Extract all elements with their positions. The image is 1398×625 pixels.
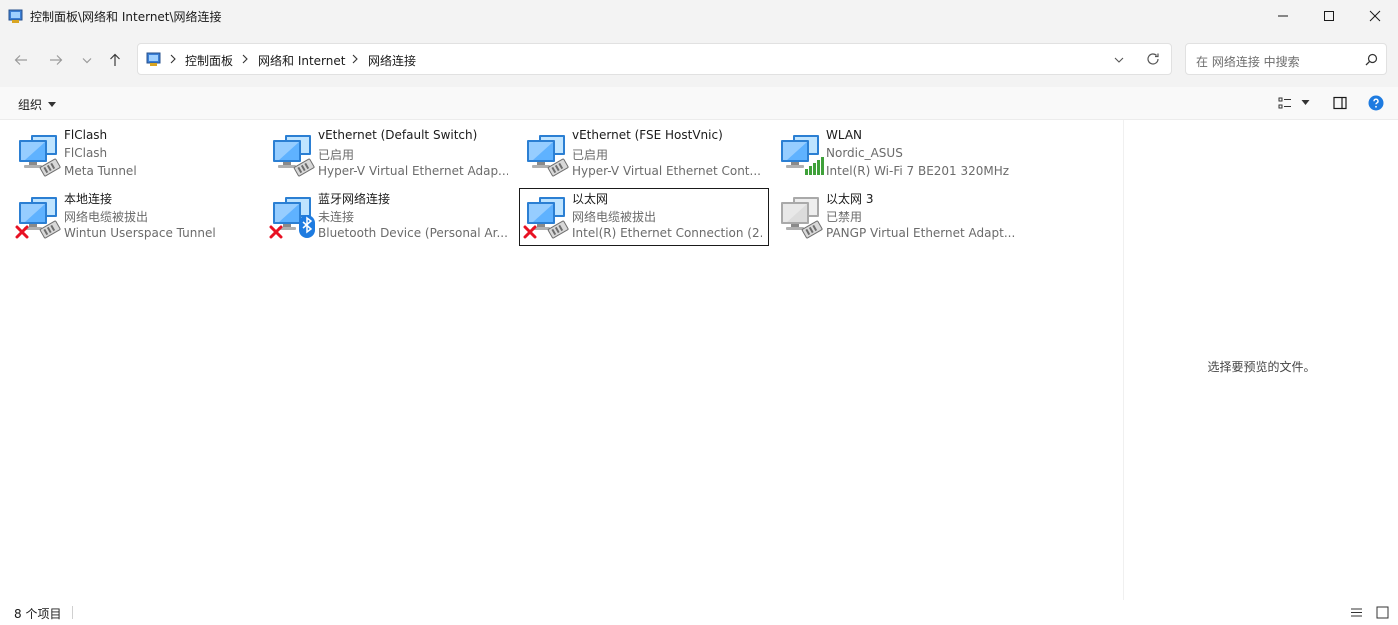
close-icon <box>1369 10 1381 22</box>
command-bar: 组织 <box>0 87 1398 120</box>
network-adapter-icon <box>15 193 63 241</box>
window-title: 控制面板\网络和 Internet\网络连接 <box>30 10 222 24</box>
arrow-right-icon <box>50 55 63 65</box>
up-button[interactable] <box>103 48 127 72</box>
connection-item[interactable]: FlClash FlClash Meta Tunnel <box>11 126 261 184</box>
minimize-icon <box>1278 15 1288 17</box>
details-view-icon[interactable] <box>1350 606 1363 619</box>
connection-status: FlClash <box>64 146 108 160</box>
maximize-button[interactable] <box>1306 0 1352 32</box>
connection-status: 网络电缆被拔出 <box>572 210 657 224</box>
title-bar: 控制面板\网络和 Internet\网络连接 <box>0 0 1398 32</box>
status-bar: 8 个项目 <box>0 600 1398 625</box>
connection-status: 已启用 <box>572 148 609 162</box>
connection-name: 以太网 <box>572 192 609 206</box>
status-divider <box>72 606 73 619</box>
back-button[interactable] <box>9 48 33 72</box>
refresh-icon[interactable] <box>1145 51 1161 67</box>
view-options-icon[interactable] <box>1278 96 1292 110</box>
chevron-down-icon <box>82 58 92 64</box>
control-panel-icon <box>8 9 23 23</box>
item-count: 8 个项目 <box>14 607 62 621</box>
connection-device: Intel(R) Ethernet Connection (2... <box>572 226 762 240</box>
network-adapter-icon <box>269 131 317 179</box>
address-bar[interactable]: 控制面板 网络和 Internet 网络连接 <box>137 43 1172 75</box>
connection-status: 网络电缆被拔出 <box>64 210 149 224</box>
connection-item[interactable]: vEthernet (Default Switch) 已启用 Hyper-V Vir… <box>265 126 515 184</box>
chevron-right-icon <box>352 54 358 64</box>
connections-list: FlClash FlClash Meta Tunnel vEthernet (Defa… <box>0 120 1123 600</box>
chevron-down-icon[interactable] <box>1113 54 1125 66</box>
connection-status: Nordic_ASUS <box>826 146 903 160</box>
connection-device: Intel(R) Wi-Fi 7 BE201 320MHz <box>826 164 1010 178</box>
connection-status: 未连接 <box>318 210 355 224</box>
connection-name: FlClash <box>64 128 108 142</box>
connection-name: 蓝牙网络连接 <box>318 192 391 206</box>
connection-status: 已禁用 <box>826 210 863 224</box>
connection-device: Meta Tunnel <box>64 164 137 178</box>
network-adapter-icon <box>269 193 317 241</box>
network-adapter-icon <box>523 193 571 241</box>
connection-name: 以太网 3 <box>826 192 874 206</box>
connection-item[interactable]: 蓝牙网络连接 未连接 Bluetooth Device (Personal Ar..… <box>265 188 515 246</box>
connection-name: vEthernet (FSE HostVnic) <box>572 128 723 142</box>
caret-down-icon[interactable] <box>1301 100 1310 106</box>
organize-button[interactable]: 组织 <box>18 96 57 113</box>
maximize-icon <box>1324 11 1334 21</box>
arrow-up-icon <box>110 53 120 66</box>
connection-name: 本地连接 <box>64 192 113 206</box>
forward-button[interactable] <box>44 48 68 72</box>
breadcrumb-control-panel[interactable]: 控制面板 <box>185 52 233 69</box>
organize-label: 组织 <box>18 98 43 112</box>
help-icon[interactable] <box>1368 95 1384 111</box>
arrow-left-icon <box>14 55 27 65</box>
connection-item[interactable]: 以太网网络电缆被拔出 Intel(R) Ethernet Connection (… <box>519 188 769 246</box>
network-adapter-icon <box>777 131 825 179</box>
connection-item[interactable]: 以太网 3 已禁用 PANGP Virtual Ethernet Adapt... <box>773 188 1023 246</box>
connection-name: vEthernet (Default Switch) <box>318 128 478 142</box>
search-icon <box>1365 53 1378 66</box>
preview-pane-icon[interactable] <box>1333 96 1347 110</box>
network-adapter-icon <box>15 131 63 179</box>
large-icons-view-icon[interactable] <box>1376 606 1389 619</box>
breadcrumb-network-internet[interactable]: 网络和 Internet <box>258 52 345 69</box>
caret-down-icon <box>48 101 57 107</box>
connection-item[interactable]: 本地连接网络电缆被拔出 Wintun Userspace Tunnel <box>11 188 261 246</box>
connection-device: Hyper-V Virtual Ethernet Adap... <box>318 164 508 178</box>
control-panel-icon <box>146 52 161 66</box>
preview-message: 选择要预览的文件。 <box>1207 360 1316 374</box>
connection-device: Wintun Userspace Tunnel <box>64 226 216 240</box>
search-box[interactable]: 在 网络连接 中搜索 <box>1185 43 1387 75</box>
connection-item[interactable]: vEthernet (FSE HostVnic) 已启用 Hyper-V Virtu… <box>519 126 769 184</box>
navigation-bar: 控制面板 网络和 Internet 网络连接 在 网络连接 中搜索 <box>0 32 1398 87</box>
connection-device: Bluetooth Device (Personal Ar... <box>318 226 508 240</box>
connection-device: PANGP Virtual Ethernet Adapt... <box>826 226 1016 240</box>
preview-pane: 选择要预览的文件。 <box>1123 120 1398 600</box>
connection-device: Hyper-V Virtual Ethernet Cont... <box>572 164 761 178</box>
minimize-button[interactable] <box>1260 0 1306 32</box>
network-adapter-icon <box>777 193 825 241</box>
search-placeholder: 在 网络连接 中搜索 <box>1196 55 1300 69</box>
connection-status: 已启用 <box>318 148 355 162</box>
close-button[interactable] <box>1352 0 1398 32</box>
connection-item[interactable]: WLAN Nordic_ASUS Intel(R) Wi-Fi 7 BE201 32… <box>773 126 1023 184</box>
network-adapter-icon <box>523 131 571 179</box>
chevron-right-icon <box>170 54 176 64</box>
chevron-right-icon <box>242 54 248 64</box>
recent-locations-button[interactable] <box>75 48 99 72</box>
breadcrumb-network-connections[interactable]: 网络连接 <box>368 52 416 69</box>
connection-name: WLAN <box>826 128 863 142</box>
